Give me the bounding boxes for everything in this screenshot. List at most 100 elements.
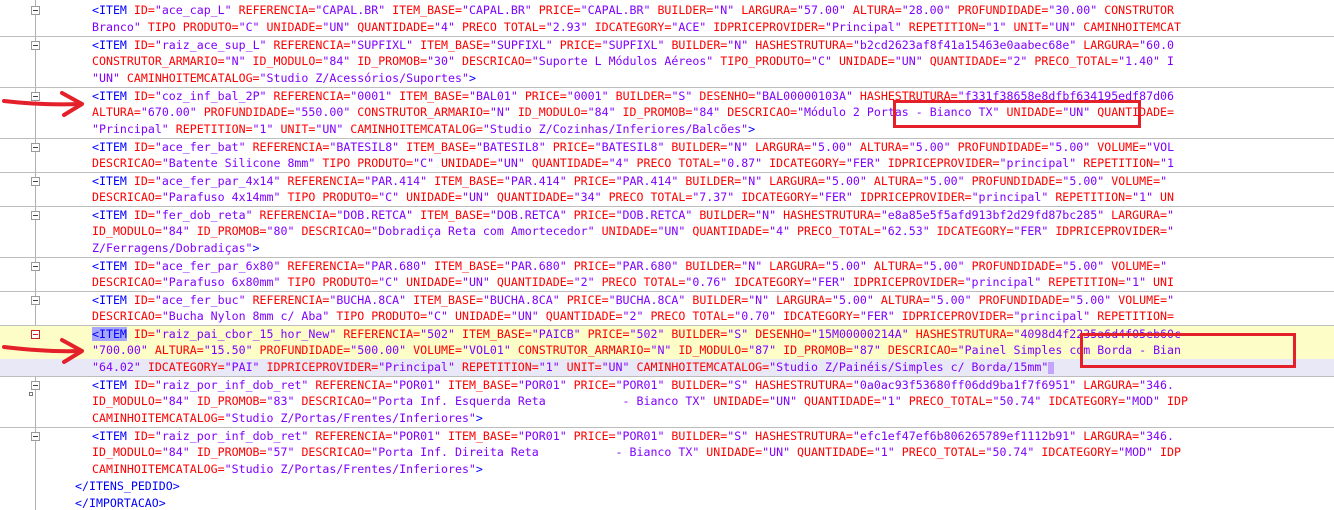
xml-editor[interactable]: <ITEM ID="ace_cap_L" REFERENCIA="CAPAL.B…: [0, 0, 1334, 510]
xml-attr-value: "BUCHA.8CA": [482, 293, 567, 307]
text-caret: [1048, 361, 1055, 374]
code-text: <ITEM ID="raiz_por_inf_dob_ret" REFERENC…: [92, 377, 1174, 394]
xml-closing-tag[interactable]: </IMPORTACAO>: [0, 495, 1334, 510]
xml-continuation-line[interactable]: Branco" TIPO PRODUTO="C" UNIDADE="UN" QU…: [0, 19, 1334, 36]
xml-attr-value: "Porta Inf. Direita Reta - Bianco TX": [371, 445, 707, 459]
fold-toggle-icon[interactable]: [31, 211, 40, 220]
xml-attr-name: TIPO PRODUTO=: [287, 275, 379, 289]
xml-tag-token: >: [252, 241, 260, 255]
xml-attr-name: DESCRICAO=: [92, 190, 162, 204]
xml-attr-name: CONSTRUTOR_ARMARIO=: [517, 343, 651, 357]
fold-toggle-icon[interactable]: [31, 381, 40, 390]
xml-closing-tag[interactable]: </ITENS_PEDIDO>: [0, 478, 1334, 495]
xml-tag-token: <ITEM: [92, 3, 134, 17]
xml-continuation-line[interactable]: DESCRICAO="Parafuso 6x80mm" TIPO PRODUTO…: [0, 274, 1334, 291]
xml-attr-value: "CAPAL.BR": [461, 3, 539, 17]
code-text: <ITEM ID="ace_fer_par_4x14" REFERENCIA="…: [92, 173, 1167, 190]
xml-attr-name: BUILDER=: [685, 174, 742, 188]
xml-attr-value: "15M00000214A": [811, 327, 916, 341]
xml-attr-name: IDPRICEPROVIDER=: [887, 156, 1000, 170]
xml-attr-value: "PAR.680": [615, 259, 686, 273]
xml-attr-value: "N": [727, 140, 756, 154]
xml-attr-name: ID_MODULO=: [252, 54, 323, 68]
xml-item-line[interactable]: <ITEM ID="ace_fer_buc" REFERENCIA="BUCHA…: [0, 291, 1334, 309]
xml-attr-value: "2": [1006, 54, 1035, 68]
code-text: </ITENS_PEDIDO>: [75, 478, 180, 495]
xml-continuation-line[interactable]: ID_MODULO="84" ID_PROMOB="83" DESCRICAO=…: [0, 393, 1334, 410]
xml-attr-value: "coz_inf_bal_2P": [154, 89, 274, 103]
fold-toggle-icon[interactable]: [31, 177, 40, 186]
xml-attr-value: "83": [266, 394, 302, 408]
xml-attr-name: CAMINHOITEMCATALOG=: [126, 71, 260, 85]
code-text: ID_MODULO="84" ID_PROMOB="80" DESCRICAO=…: [92, 223, 1174, 240]
xml-attr-value: "0001": [350, 89, 400, 103]
xml-attr-value: "1": [252, 122, 281, 136]
fold-toggle-icon[interactable]: [31, 6, 40, 15]
xml-attr-value: "Dobradiça Reta com Amortecedor": [371, 224, 602, 238]
xml-item-line[interactable]: <ITEM ID="raiz_por_inf_dob_ret" REFERENC…: [0, 376, 1334, 394]
xml-attr-value: "S": [727, 429, 756, 443]
xml-continuation-line[interactable]: DESCRICAO="Batente Silicone 8mm" TIPO PR…: [0, 155, 1334, 172]
xml-attr-name: BUILDER=: [671, 429, 728, 443]
xml-attr-name: DESCRICAO=: [461, 54, 532, 68]
xml-attr-name: IDPRICEPROVIDER=: [901, 309, 1014, 323]
xml-item-line[interactable]: <ITEM ID="ace_cap_L" REFERENCIA="CAPAL.B…: [0, 2, 1334, 19]
xml-attr-value: ": [1167, 293, 1175, 307]
xml-attr-name: REPETITION=: [908, 20, 986, 34]
xml-continuation-line[interactable]: ID_MODULO="84" ID_PROMOB="57" DESCRICAO=…: [0, 444, 1334, 461]
xml-attr-value: "C": [413, 156, 442, 170]
xml-attr-name: ITEM_BASE=: [461, 327, 532, 341]
xml-attr-name: IDCATEGORY=: [1048, 394, 1126, 408]
xml-item-line[interactable]: <ITEM ID="ace_fer_par_4x14" REFERENCIA="…: [0, 172, 1334, 190]
fold-toggle-icon[interactable]: [31, 262, 40, 271]
xml-attr-value: "Parafuso 6x80mm": [161, 275, 288, 289]
xml-attr-value: "b2cd2623af8f41a15463e0aabec68e": [852, 38, 1084, 52]
xml-item-line[interactable]: <ITEM ID="fer_dob_reta" REFERENCIA="DOB.…: [0, 206, 1334, 224]
xml-continuation-line[interactable]: "UN" CAMINHOITEMCATALOG="Studio Z/Acessó…: [0, 70, 1334, 87]
xml-item-line[interactable]: <ITEM ID="raiz_por_inf_dob_ret" REFERENC…: [0, 427, 1334, 445]
xml-continuation-line[interactable]: DESCRICAO="Bucha Nylon 8mm c/ Aba" TIPO …: [0, 308, 1334, 325]
xml-attr-name: ITEM_BASE=: [420, 38, 490, 52]
xml-attr-name: PRICE=: [573, 174, 616, 188]
xml-attr-value: "N": [741, 174, 770, 188]
xml-attr-name: VOLUME=: [413, 343, 462, 357]
xml-continuation-line[interactable]: DESCRICAO="Parafuso 4x14mm" TIPO PRODUTO…: [0, 189, 1334, 206]
xml-attr-value: "UN": [1048, 20, 1084, 34]
xml-tag-token: >: [468, 71, 476, 85]
xml-tag-token: >: [475, 462, 483, 476]
fold-toggle-icon[interactable]: [31, 143, 40, 152]
xml-attr-name: QUANTIDADE=: [496, 190, 574, 204]
xml-attr-name: DESCRICAO=: [92, 156, 162, 170]
xml-attr-value: "0a0ac93f53680ff06dd9ba1f7f6951": [852, 378, 1084, 392]
xml-attr-name: PRICE=: [524, 89, 567, 103]
xml-attr-name: BUILDER=: [671, 378, 728, 392]
bookmark-marker-icon[interactable]: [29, 392, 33, 396]
xml-continuation-line[interactable]: ID_MODULO="84" ID_PROMOB="80" DESCRICAO=…: [0, 223, 1334, 240]
xml-item-line[interactable]: <ITEM ID="ace_fer_bat" REFERENCIA="BATES…: [0, 138, 1334, 156]
xml-attr-name: REFERENCIA=: [287, 259, 365, 273]
fold-toggle-icon[interactable]: [31, 432, 40, 441]
xml-continuation-line[interactable]: CONSTRUTOR_ARMARIO="N" ID_MODULO="84" ID…: [0, 53, 1334, 70]
xml-continuation-line[interactable]: CAMINHOITEMCATALOG="Studio Z/Portas/Fren…: [0, 461, 1334, 478]
xml-attr-name: UNIDADE=: [706, 445, 763, 459]
xml-attr-value: "0.76": [685, 275, 735, 289]
xml-attr-value: "FER": [859, 309, 902, 323]
xml-attr-value: "PAICB": [531, 327, 588, 341]
xml-attr-value: "UN": [322, 20, 358, 34]
xml-tag-token: >: [475, 411, 483, 425]
xml-attr-value: "CAPAL.BR": [315, 3, 393, 17]
xml-attr-name: UN: [1160, 190, 1174, 204]
xml-continuation-line[interactable]: CAMINHOITEMCATALOG="Studio Z/Portas/Fren…: [0, 410, 1334, 427]
xml-continuation-line[interactable]: Z/Ferragens/Dobradiças">: [0, 240, 1334, 257]
xml-attr-value: "principal": [971, 190, 1056, 204]
xml-item-line[interactable]: <ITEM ID="ace_fer_par_6x80" REFERENCIA="…: [0, 257, 1334, 275]
xml-attr-name: ID_MODULO=: [92, 394, 162, 408]
code-text: <ITEM ID="raiz_por_inf_dob_ret" REFERENC…: [92, 428, 1174, 445]
xml-attr-value: "Studio Z/Portas/Frentes/Inferiores": [224, 411, 476, 425]
xml-item-line[interactable]: <ITEM ID="raiz_ace_sup_L" REFERENCIA="SU…: [0, 36, 1334, 54]
xml-attr-name: HASHESTRUTURA=: [755, 429, 853, 443]
fold-toggle-icon[interactable]: [31, 41, 40, 50]
xml-attr-name: ID=: [133, 327, 155, 341]
xml-attr-value: "5.00": [1062, 174, 1112, 188]
fold-toggle-icon[interactable]: [31, 296, 40, 305]
